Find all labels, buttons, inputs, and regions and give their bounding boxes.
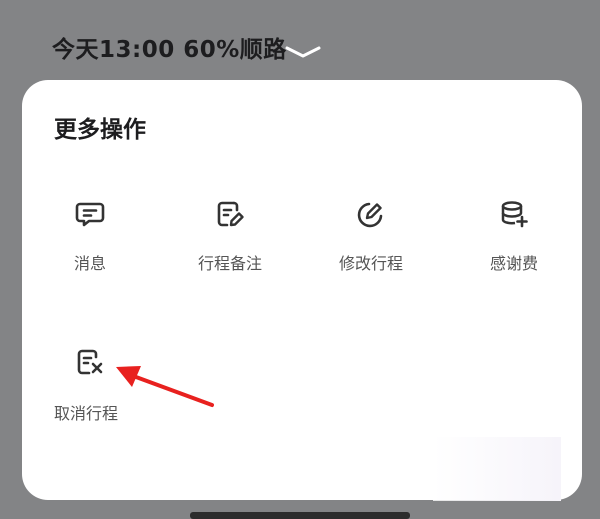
thank-fee-icon [501, 201, 528, 228]
trip-summary-text: 今天13:00 60%顺路 [52, 37, 287, 63]
red-arrow-annotation [116, 366, 214, 407]
faded-corner-overlay [433, 437, 561, 501]
trip-note-icon [217, 201, 244, 227]
edit-trip-icon [357, 202, 383, 228]
message-action[interactable]: 消息 [30, 198, 150, 274]
chevron-down-icon[interactable] [283, 42, 323, 62]
message-label: 消息 [73, 254, 106, 273]
thank-fee-action[interactable]: 感谢费 [454, 198, 574, 274]
home-indicator [190, 512, 410, 519]
cancel-trip-icon [77, 349, 103, 375]
trip-note-action[interactable]: 行程备注 [170, 198, 290, 274]
message-icon [75, 202, 105, 227]
sheet-title: 更多操作 [54, 117, 146, 143]
thank-fee-label: 感谢费 [489, 254, 538, 273]
edit-trip-action[interactable]: 修改行程 [311, 198, 431, 274]
trip-note-label: 行程备注 [197, 254, 262, 273]
edit-trip-label: 修改行程 [338, 254, 403, 273]
